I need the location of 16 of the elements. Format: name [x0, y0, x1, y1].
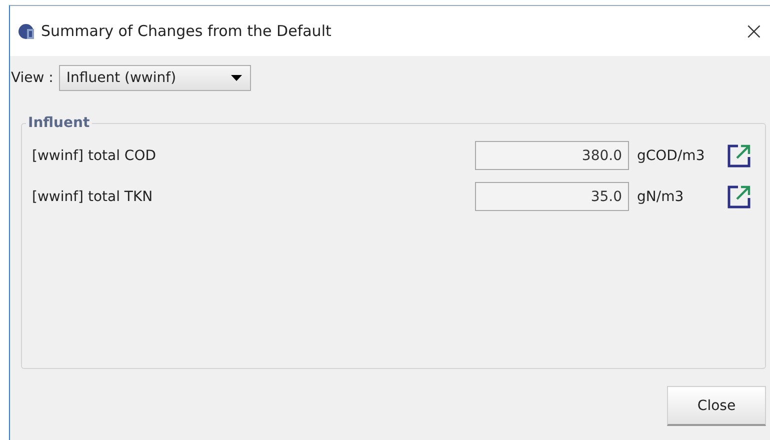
unit-label: gN/m3	[636, 188, 685, 204]
close-button[interactable]: Close	[667, 386, 766, 426]
parameter-label: [wwinf] total TKN	[31, 188, 154, 204]
parameter-label: [wwinf] total COD	[31, 148, 158, 164]
close-icon[interactable]: ×	[744, 17, 764, 45]
value-field[interactable]: 35.0	[475, 182, 629, 211]
external-link-icon[interactable]	[727, 144, 751, 168]
view-dropdown[interactable]: Influent (wwinf)	[59, 65, 252, 91]
group-title: Influent	[27, 115, 91, 131]
unit-label: gCOD/m3	[636, 148, 706, 164]
external-link-icon[interactable]	[727, 184, 751, 208]
app-logo-icon	[18, 22, 35, 40]
caret-icon	[231, 75, 242, 81]
window-title: Summary of Changes from the Default	[41, 22, 332, 40]
view-label: View :	[11, 70, 54, 86]
value-field[interactable]: 380.0	[475, 141, 629, 170]
